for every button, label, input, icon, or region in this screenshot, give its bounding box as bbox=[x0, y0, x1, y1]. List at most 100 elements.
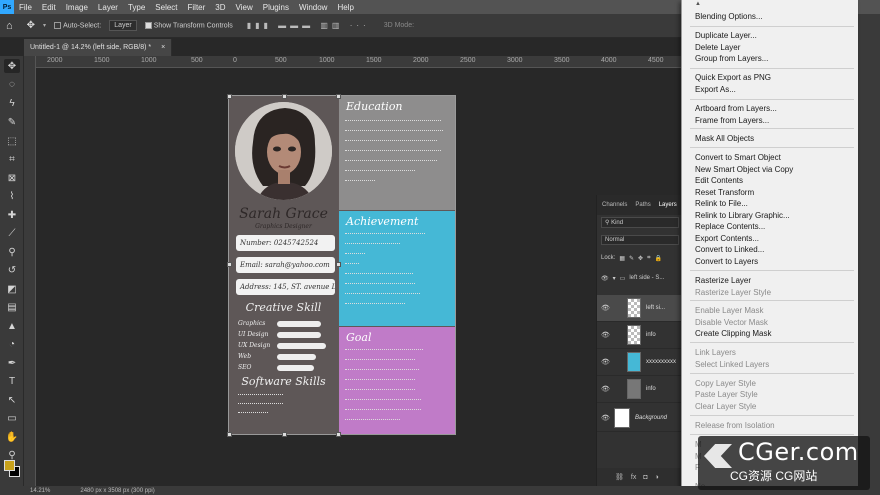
blur-tool-icon[interactable]: ▲ bbox=[4, 319, 20, 333]
clone-stamp-tool-icon[interactable]: ⚲ bbox=[4, 245, 20, 259]
lasso-tool-icon[interactable]: ϟ bbox=[4, 96, 20, 110]
menu-plugins[interactable]: Plugins bbox=[258, 3, 294, 12]
context-menu-item[interactable]: Edit Contents bbox=[695, 176, 743, 185]
context-menu-item[interactable]: Relink to File... bbox=[695, 199, 748, 208]
context-menu-item[interactable]: Convert to Smart Object bbox=[695, 153, 781, 162]
transform-handle[interactable] bbox=[282, 432, 287, 437]
eye-icon[interactable]: 👁 bbox=[601, 331, 610, 339]
adjustment-icon[interactable]: ◑ bbox=[655, 474, 659, 481]
move-tool-icon[interactable]: ✥ bbox=[27, 20, 35, 31]
resume-left-column[interactable]: Sarah Grace Graphics Designer Number: 02… bbox=[229, 96, 338, 434]
transform-handle[interactable] bbox=[227, 94, 232, 99]
lock-transparency-icon[interactable]: ▦ bbox=[619, 255, 625, 262]
document-tab[interactable]: Untitled-1 @ 14.2% (left side, RGB/8) * … bbox=[24, 39, 173, 56]
context-menu-item[interactable]: Link Layers bbox=[695, 348, 736, 357]
transform-handle[interactable] bbox=[336, 432, 341, 437]
gradient-tool-icon[interactable]: ▤ bbox=[4, 300, 20, 314]
object-select-tool-icon[interactable]: ⬚ bbox=[4, 134, 20, 148]
chevron-up-icon[interactable]: ▲ bbox=[695, 1, 701, 7]
context-menu-item[interactable]: Create Clipping Mask bbox=[695, 329, 771, 338]
transform-handle[interactable] bbox=[227, 432, 232, 437]
healing-brush-tool-icon[interactable]: ✚ bbox=[4, 208, 20, 222]
transform-handle[interactable] bbox=[227, 262, 232, 267]
context-menu-item[interactable]: Convert to Linked... bbox=[695, 245, 764, 254]
context-menu-item[interactable]: Relink to Library Graphic... bbox=[695, 211, 790, 220]
transform-handle[interactable] bbox=[336, 94, 341, 99]
link-icon[interactable]: ⛓ bbox=[615, 473, 624, 481]
mask-icon[interactable]: ◘ bbox=[643, 474, 647, 481]
menu-image[interactable]: Image bbox=[61, 3, 93, 12]
menu-edit[interactable]: Edit bbox=[37, 3, 61, 12]
chevron-down-icon[interactable]: ▾ bbox=[43, 22, 46, 29]
context-menu-item[interactable]: Release from Isolation bbox=[695, 421, 775, 430]
context-menu-item[interactable]: Select Linked Layers bbox=[695, 360, 769, 369]
blend-mode-dropdown[interactable]: Normal bbox=[601, 235, 679, 245]
home-icon[interactable]: ⌂ bbox=[6, 20, 13, 32]
tab-paths[interactable]: Paths bbox=[635, 202, 650, 208]
close-icon[interactable]: × bbox=[161, 44, 165, 51]
eye-icon[interactable]: 👁 bbox=[601, 385, 610, 393]
menu-3d[interactable]: 3D bbox=[210, 3, 230, 12]
context-menu-item[interactable]: Mask All Objects bbox=[695, 134, 754, 143]
menu-type[interactable]: Type bbox=[123, 3, 150, 12]
quick-select-tool-icon[interactable]: ✎ bbox=[4, 115, 20, 129]
transform-check-icon[interactable] bbox=[144, 21, 152, 29]
context-menu-item[interactable]: Blending Options... bbox=[695, 12, 763, 21]
education-block[interactable]: Education bbox=[339, 96, 455, 210]
history-brush-tool-icon[interactable]: ↺ bbox=[4, 263, 20, 277]
type-tool-icon[interactable]: T bbox=[4, 374, 20, 388]
context-menu-item[interactable]: Convert to Layers bbox=[695, 257, 758, 266]
menu-file[interactable]: File bbox=[14, 3, 37, 12]
transform-controls-checkbox[interactable]: Show Transform Controls bbox=[144, 21, 233, 29]
context-menu-item[interactable]: Group from Layers... bbox=[695, 54, 768, 63]
auto-select-checkbox[interactable]: Auto-Select: bbox=[54, 21, 101, 29]
context-menu-item[interactable]: Export Contents... bbox=[695, 234, 759, 243]
context-menu-item[interactable]: Copy Layer Style bbox=[695, 379, 756, 388]
lock-all-icon[interactable]: 🔒 bbox=[654, 255, 661, 262]
eye-icon[interactable]: 👁 bbox=[601, 275, 609, 282]
foreground-color-swatch[interactable] bbox=[4, 460, 15, 471]
achievement-block[interactable]: Achievement bbox=[339, 211, 455, 326]
eyedropper-tool-icon[interactable]: ⌇ bbox=[4, 189, 20, 203]
context-menu-item[interactable]: New Smart Object via Copy bbox=[695, 165, 793, 174]
eraser-tool-icon[interactable]: ◩ bbox=[4, 282, 20, 296]
context-menu-item[interactable]: Paste Layer Style bbox=[695, 390, 758, 399]
context-menu-item[interactable]: Export As... bbox=[695, 85, 736, 94]
frame-tool-icon[interactable]: ⊠ bbox=[4, 171, 20, 185]
menu-view[interactable]: View bbox=[231, 3, 258, 12]
move-tool-icon[interactable]: ✥ bbox=[4, 59, 20, 73]
tab-channels[interactable]: Channels bbox=[602, 202, 627, 208]
eye-icon[interactable]: 👁 bbox=[601, 358, 610, 366]
tab-layers[interactable]: Layers bbox=[659, 202, 677, 208]
context-menu-item[interactable]: Duplicate Layer... bbox=[695, 31, 757, 40]
context-menu-item[interactable]: Replace Contents... bbox=[695, 222, 765, 231]
pen-tool-icon[interactable]: ✒ bbox=[4, 356, 20, 370]
brush-tool-icon[interactable]: ⟋ bbox=[4, 226, 20, 240]
eye-icon[interactable]: 👁 bbox=[601, 414, 610, 422]
photoshop-logo-icon[interactable]: Ps bbox=[0, 0, 14, 14]
crop-tool-icon[interactable]: ⌗ bbox=[4, 152, 20, 166]
chevron-down-icon[interactable]: ▾ bbox=[613, 275, 616, 282]
fx-icon[interactable]: fx bbox=[631, 474, 636, 481]
dodge-tool-icon[interactable]: ◔ bbox=[4, 337, 20, 351]
goal-block[interactable]: Goal bbox=[339, 327, 455, 434]
menu-help[interactable]: Help bbox=[332, 3, 358, 12]
lock-artboard-icon[interactable]: ⌗ bbox=[647, 255, 650, 262]
marquee-tool-icon[interactable]: ◌ bbox=[4, 77, 20, 91]
context-menu-item[interactable]: Artboard from Layers... bbox=[695, 104, 777, 113]
eye-icon[interactable]: 👁 bbox=[601, 304, 610, 312]
menu-filter[interactable]: Filter bbox=[183, 3, 211, 12]
auto-select-dropdown[interactable]: Layer bbox=[109, 20, 137, 31]
context-menu-item[interactable]: Quick Export as PNG bbox=[695, 73, 771, 82]
menu-layer[interactable]: Layer bbox=[93, 3, 123, 12]
context-menu-item[interactable]: Rasterize Layer bbox=[695, 276, 751, 285]
menu-window[interactable]: Window bbox=[294, 3, 332, 12]
transform-handle[interactable] bbox=[282, 94, 287, 99]
context-menu-item[interactable]: Reset Transform bbox=[695, 188, 754, 197]
context-menu-item[interactable]: Disable Vector Mask bbox=[695, 318, 768, 327]
context-menu-item[interactable]: Enable Layer Mask bbox=[695, 306, 763, 315]
lock-paint-icon[interactable]: ✎ bbox=[629, 255, 634, 262]
context-menu-item[interactable]: Frame from Layers... bbox=[695, 116, 769, 125]
transform-handle[interactable] bbox=[336, 262, 341, 267]
zoom-level[interactable]: 14.21% bbox=[30, 488, 50, 494]
